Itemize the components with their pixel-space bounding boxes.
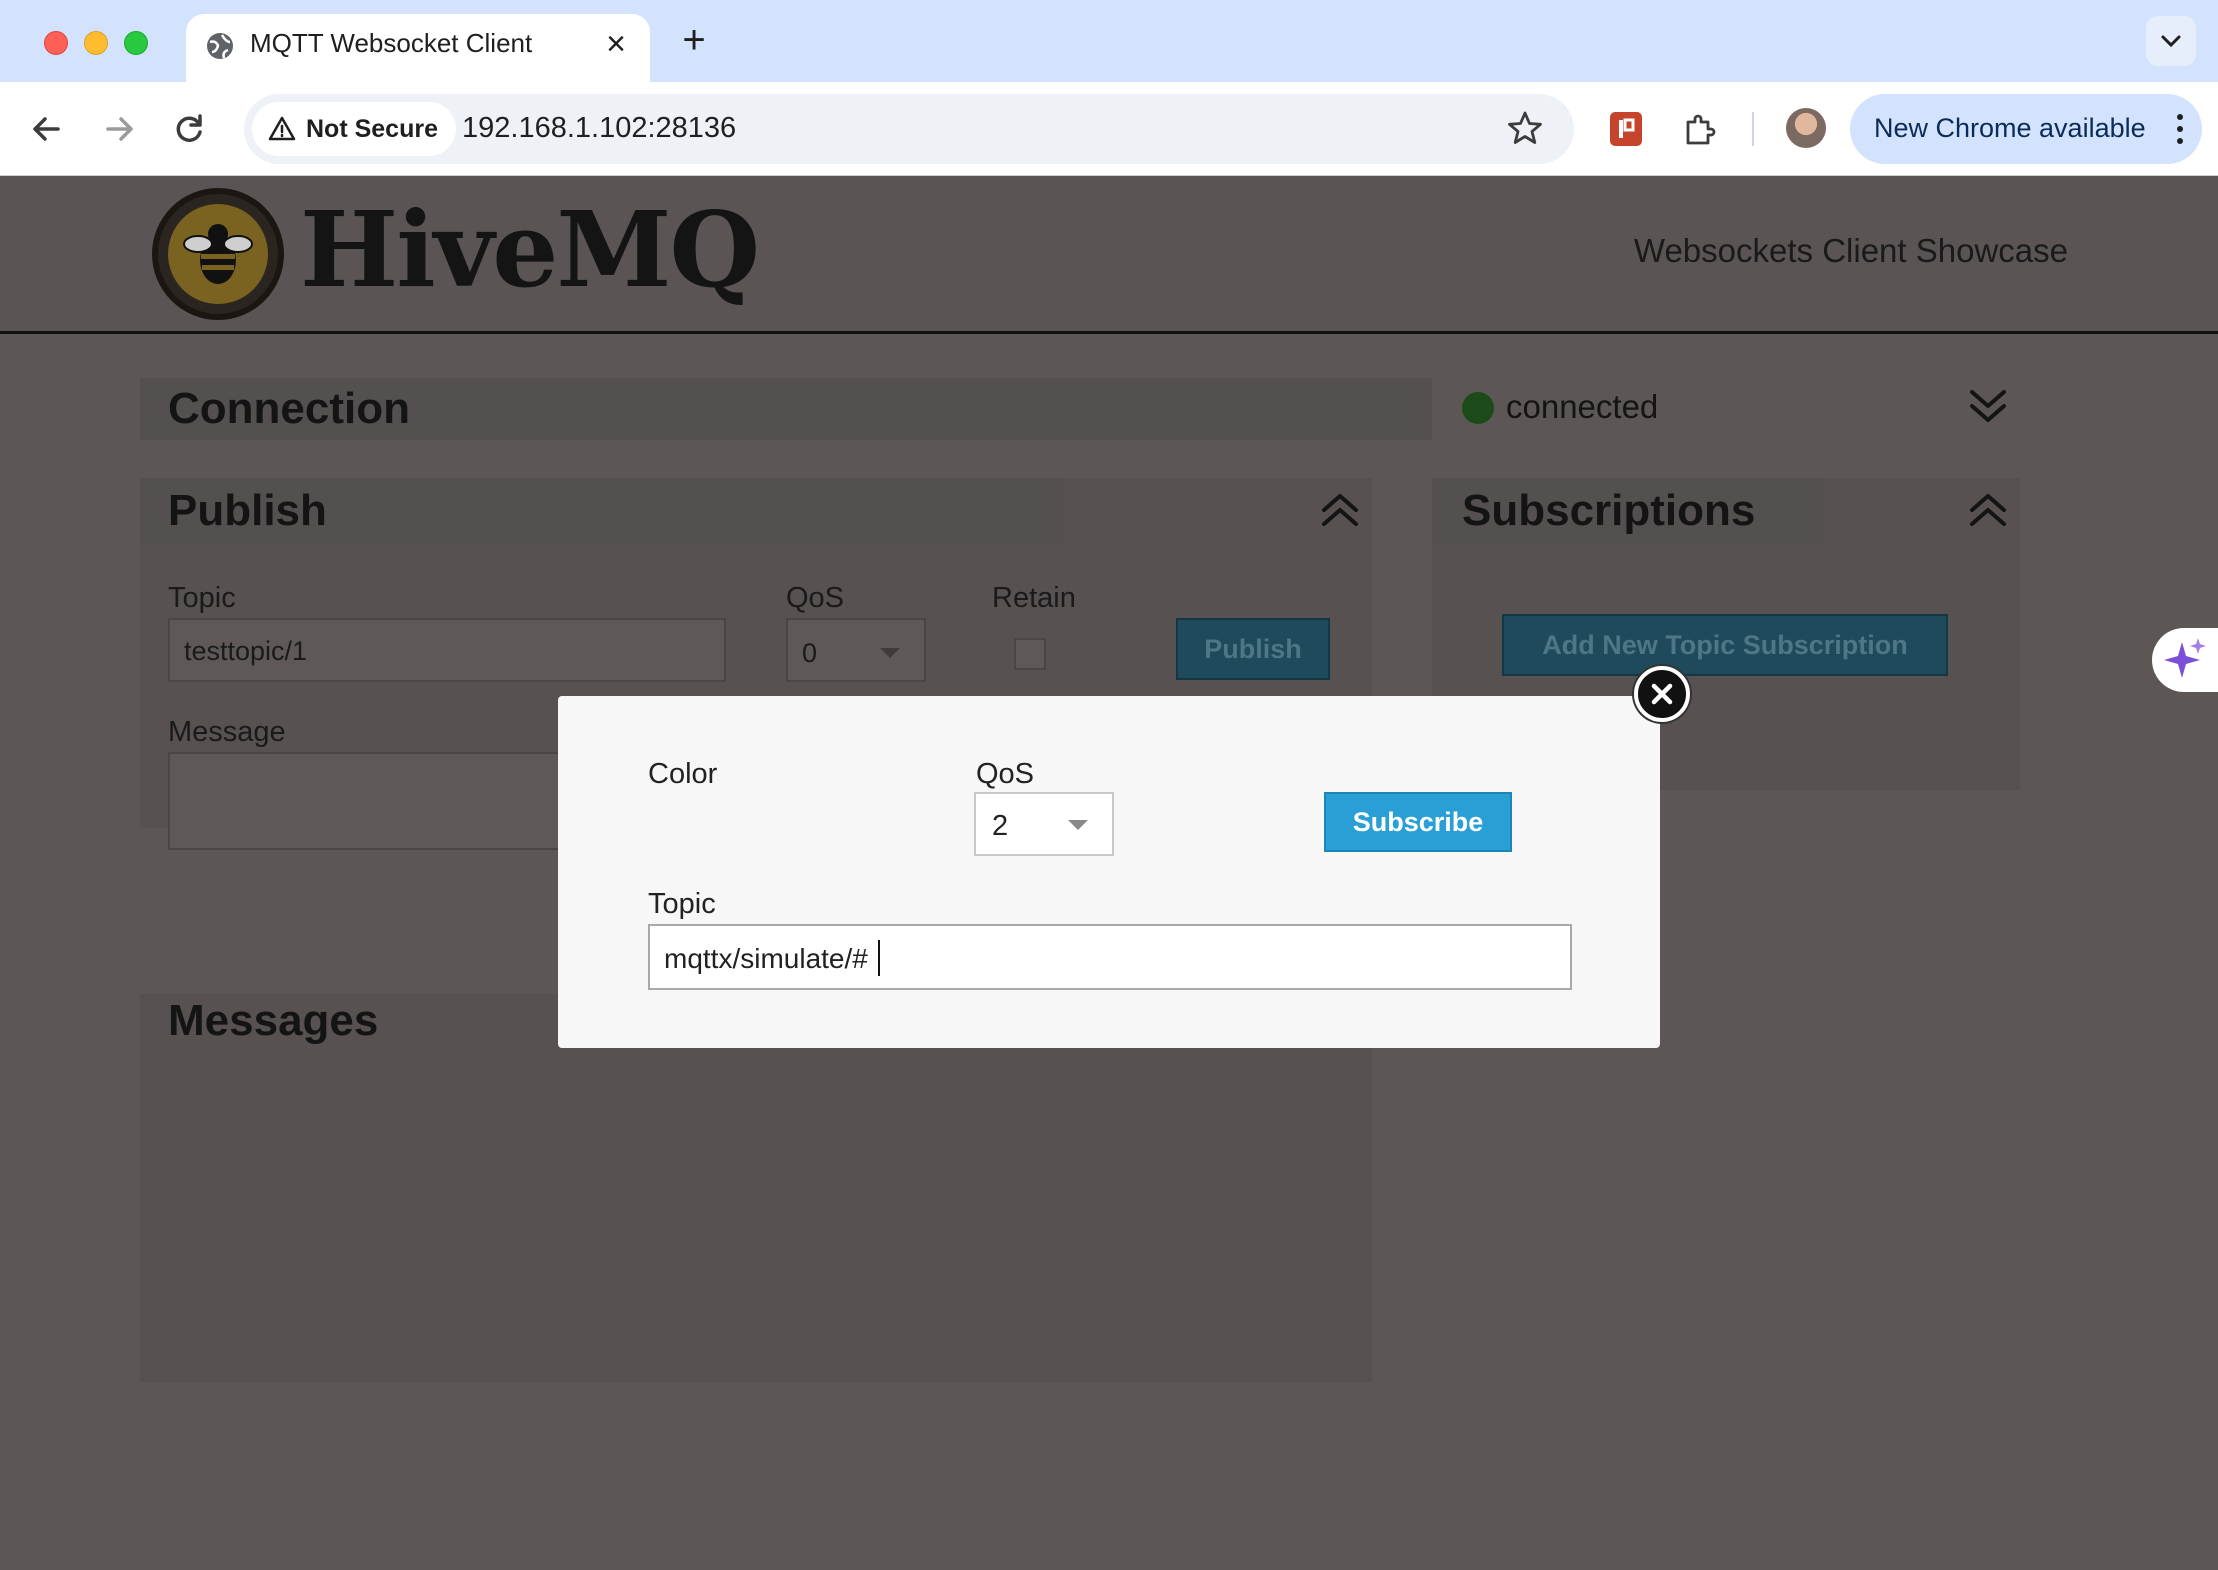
address-bar[interactable]: Not Secure 192.168.1.102:28136 <box>244 94 1574 164</box>
more-menu-icon[interactable] <box>2176 112 2184 146</box>
connection-title: Connection <box>168 384 410 433</box>
bee-logo-icon <box>152 188 284 320</box>
maximize-window-button[interactable] <box>124 31 148 55</box>
subscribe-topic-value: mqttx/simulate/# <box>664 943 868 974</box>
subscribe-button[interactable]: Subscribe <box>1324 792 1512 852</box>
add-subscription-button[interactable]: Add New Topic Subscription <box>1502 614 1948 676</box>
update-chrome-button[interactable]: New Chrome available <box>1850 94 2202 164</box>
tab-bar: MQTT Websocket Client × + <box>0 0 2218 82</box>
message-label: Message <box>168 716 286 748</box>
publish-title: Publish <box>168 486 327 535</box>
subscribe-qos-value: 2 <box>992 810 1009 842</box>
site-info-chip[interactable]: Not Secure <box>252 102 456 156</box>
text-cursor <box>878 940 880 976</box>
publish-button[interactable]: Publish <box>1176 618 1330 680</box>
bee-icon <box>183 224 253 284</box>
subscribe-dialog: Color QoS 2 Subscribe Topic mqttx/simula… <box>558 696 1660 1048</box>
security-label: Not Secure <box>306 114 438 143</box>
url-text[interactable]: 192.168.1.102:28136 <box>462 112 736 145</box>
messages-title: Messages <box>168 996 379 1045</box>
retain-checkbox[interactable] <box>1014 638 1046 670</box>
bookmark-star-icon[interactable] <box>1504 108 1546 150</box>
connection-status: connected <box>1506 388 1659 425</box>
tab-close-icon[interactable]: × <box>596 24 636 64</box>
publish-qos-value: 0 <box>802 638 818 668</box>
collapse-chevrons-icon[interactable] <box>1318 488 1362 532</box>
chevron-down-icon <box>2161 35 2181 48</box>
new-tab-button[interactable]: + <box>672 18 716 62</box>
globe-icon <box>207 33 233 59</box>
expand-chevrons-icon[interactable] <box>1966 384 2010 428</box>
dropdown-caret-icon <box>1068 820 1088 830</box>
extension-logo-icon <box>1619 118 1635 138</box>
publish-qos-label: QoS <box>786 582 845 614</box>
dropdown-caret-icon <box>880 648 900 658</box>
tab-search-button[interactable] <box>2146 16 2196 66</box>
toolbar-divider <box>1752 112 1754 146</box>
subscribe-topic-label: Topic <box>648 888 716 920</box>
profile-avatar[interactable] <box>1786 108 1826 148</box>
site-header: HiveMQ Websockets Client Showcase <box>0 176 2218 334</box>
messages-panel <box>140 994 1372 1382</box>
back-arrow-icon[interactable] <box>22 104 72 154</box>
subscribe-qos-select[interactable]: 2 <box>974 792 1114 856</box>
tab-title: MQTT Websocket Client <box>250 28 533 58</box>
close-dialog-button[interactable] <box>1634 666 1690 722</box>
ai-assistant-tab[interactable] <box>2152 628 2218 692</box>
extension-icon[interactable] <box>1610 112 1642 146</box>
header-subtitle: Websockets Client Showcase <box>1633 232 2068 269</box>
browser-tab[interactable]: MQTT Websocket Client × <box>186 14 650 82</box>
extensions-puzzle-icon[interactable] <box>1680 110 1720 150</box>
connection-status-dot <box>1462 392 1494 424</box>
retain-label: Retain <box>992 582 1076 614</box>
subscribe-qos-label: QoS <box>976 758 1035 790</box>
publish-topic-label: Topic <box>168 582 236 614</box>
forward-arrow-icon[interactable] <box>94 104 144 154</box>
subscribe-topic-input[interactable]: mqttx/simulate/# <box>648 924 1572 990</box>
sparkle-icon <box>2164 638 2206 678</box>
publish-topic-value: testtopic/1 <box>184 636 308 666</box>
collapse-chevrons-icon[interactable] <box>1966 488 2010 532</box>
publish-qos-select[interactable]: 0 <box>786 618 926 682</box>
reload-icon[interactable] <box>164 104 214 154</box>
update-label: New Chrome available <box>1874 113 2146 143</box>
minimize-window-button[interactable] <box>84 31 108 55</box>
hivemq-logo-text: HiveMQ <box>300 188 760 311</box>
publish-topic-input[interactable]: testtopic/1 <box>168 618 726 682</box>
color-label: Color <box>648 758 718 790</box>
subscriptions-title: Subscriptions <box>1462 486 1756 535</box>
warning-icon <box>268 116 296 141</box>
close-icon <box>1651 683 1673 705</box>
browser-toolbar: Not Secure 192.168.1.102:28136 New Chrom… <box>0 82 2218 176</box>
close-window-button[interactable] <box>44 31 68 55</box>
